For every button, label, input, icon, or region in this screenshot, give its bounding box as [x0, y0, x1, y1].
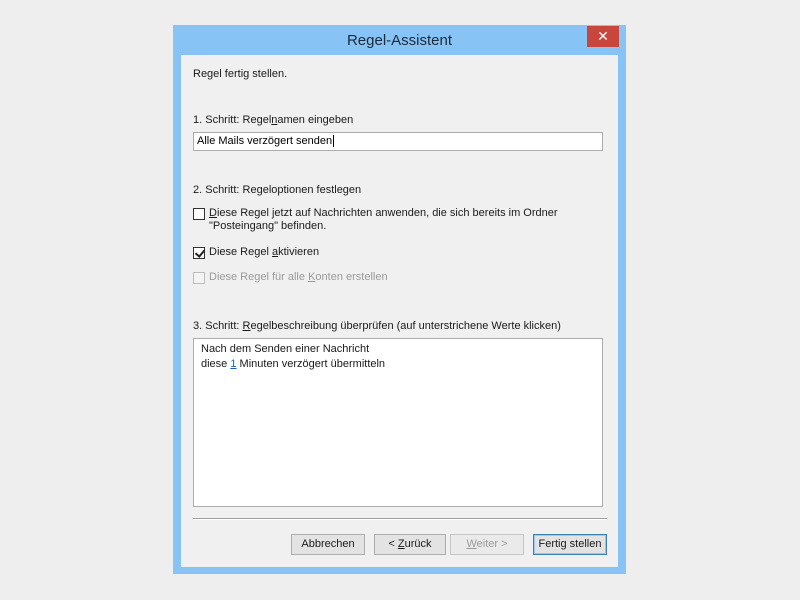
intro-text: Regel fertig stellen.: [193, 68, 288, 80]
option-apply-existing[interactable]: Diese Regel jetzt auf Nachrichten anwend…: [193, 207, 558, 233]
description-line-2: diese 1 Minuten verzögert übermitteln: [201, 358, 386, 370]
step1-label: 1. Schritt: Regelnamen eingeben: [193, 114, 354, 126]
rule-description-box: Nach dem Senden einer Nachricht diese 1 …: [193, 338, 603, 507]
next-button: Weiter >: [450, 534, 524, 555]
rule-name-value: Alle Mails verzögert senden: [197, 135, 333, 147]
close-button[interactable]: ✕: [587, 26, 619, 47]
checkmark-icon: [194, 247, 206, 258]
finish-button[interactable]: Fertig stellen: [533, 534, 607, 555]
cancel-button[interactable]: Abbrechen: [291, 534, 365, 555]
option-activate-rule[interactable]: Diese Regel aktivieren: [193, 246, 319, 259]
close-icon: ✕: [597, 28, 609, 44]
text-cursor: [333, 135, 335, 148]
description-line-1: Nach dem Senden einer Nachricht: [201, 343, 370, 355]
back-button[interactable]: < Zurück: [374, 534, 446, 555]
rule-wizard-dialog: Regel-Assistent ✕ Regel fertig stellen. …: [173, 25, 626, 574]
rule-name-input[interactable]: Alle Mails verzögert senden: [193, 132, 603, 151]
apply-existing-label: Diese Regel jetzt auf Nachrichten anwend…: [209, 207, 558, 232]
title-bar[interactable]: Regel-Assistent ✕: [173, 25, 626, 55]
option-all-accounts: Diese Regel für alle Konten erstellen: [193, 271, 388, 284]
all-accounts-checkbox: [193, 272, 205, 284]
step3-label: 3. Schritt: Regelbeschreibung überprüfen…: [193, 320, 561, 332]
dialog-body: Regel fertig stellen. 1. Schritt: Regeln…: [181, 55, 618, 567]
separator: [193, 518, 607, 520]
window-title: Regel-Assistent: [346, 32, 453, 49]
activate-rule-label: Diese Regel aktivieren: [209, 246, 320, 258]
all-accounts-label: Diese Regel für alle Konten erstellen: [209, 271, 388, 283]
apply-existing-checkbox[interactable]: [193, 208, 205, 220]
step2-label: 2. Schritt: Regeloptionen festlegen: [193, 184, 362, 196]
activate-rule-checkbox[interactable]: [193, 247, 206, 259]
